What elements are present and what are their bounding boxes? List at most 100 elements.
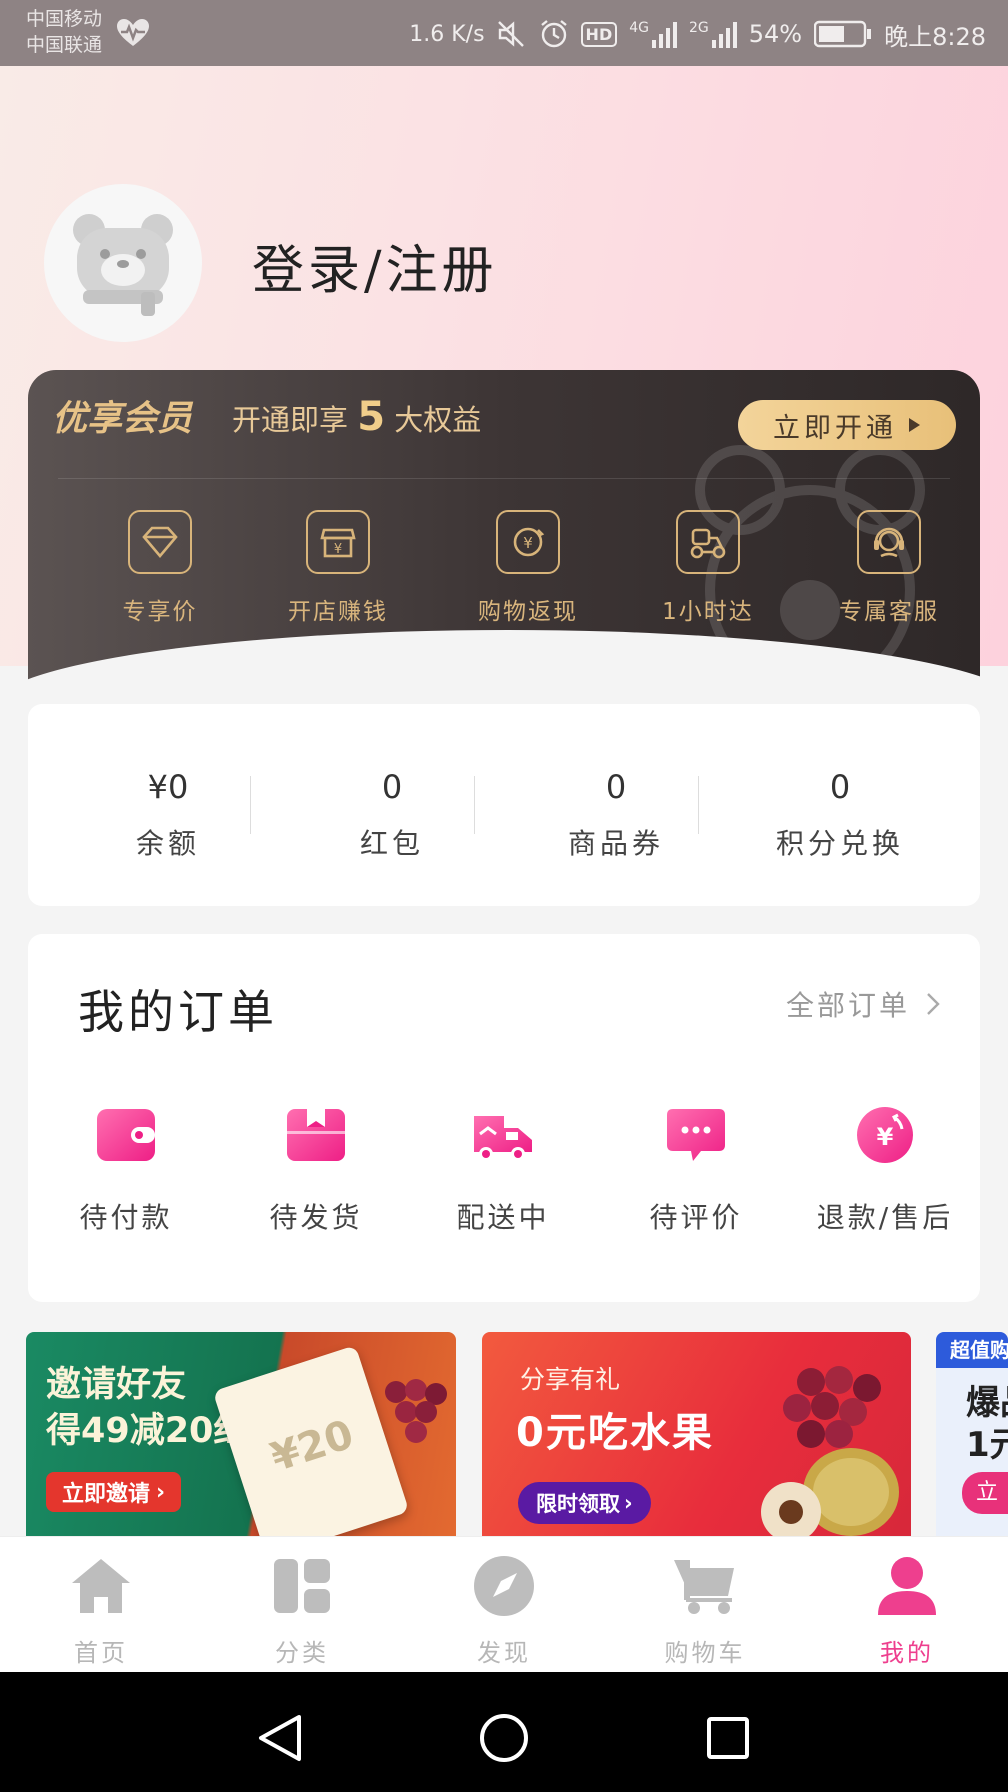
invite-banner[interactable]: 邀请好友 得49减20红包 ¥20 立即邀请 › [26,1332,456,1536]
comment-icon [661,1104,731,1166]
orders-card: 我的订单 全部订单 待付款 待发货 配送中 待评价 ¥ 退款/售后 [28,934,980,1302]
triangle-right-icon [909,418,920,432]
divider [250,776,251,834]
open-membership-button[interactable]: 立即开通 [738,400,956,450]
membership-title: 优享会员 [52,399,193,439]
carrier-1: 中国移动 [26,8,103,30]
all-orders-link[interactable]: 全部订单 [786,984,940,1024]
free-fruit-title: 0元吃水果 [516,1410,714,1456]
refund-icon: ¥ [850,1104,920,1166]
home-button[interactable] [474,1708,534,1768]
order-pending-shipment[interactable]: 待发货 [231,1104,401,1236]
value-deal-button[interactable]: 立 [962,1472,1008,1514]
mute-icon [497,21,524,47]
asset-coupons[interactable]: 0 商品券 [516,768,716,862]
divider [58,478,950,479]
compass-icon [469,1551,539,1621]
cart-icon [670,1551,740,1621]
back-triangle-icon [259,1715,301,1761]
bear-avatar-icon [73,214,173,316]
tab-label: 发现 [477,1639,531,1667]
value-deal-tag: 超值购 [936,1332,1008,1368]
perk-one-hour-delivery[interactable]: 1小时达 [633,510,783,626]
perk-cashback[interactable]: ¥ 购物返现 [453,510,603,626]
home-circle-icon [480,1714,528,1762]
svg-text:¥: ¥ [334,542,342,557]
asset-value: 0 [605,768,627,806]
tab-category[interactable]: 分类 [242,1551,362,1668]
order-refund-aftersale[interactable]: ¥ 退款/售后 [800,1104,970,1236]
alarm-icon [540,20,567,48]
subtitle-suffix: 大权益 [394,403,482,437]
perk-customer-service[interactable]: 专属客服 [814,510,964,626]
perk-label: 开店赚钱 [288,599,388,625]
asset-label: 积分兑换 [775,827,904,860]
system-navigation-bar [0,1672,1008,1792]
avatar[interactable] [44,184,202,342]
open-membership-label: 立即开通 [773,412,897,444]
network-4g-label: 4G [629,20,649,36]
asset-label: 商品券 [567,827,664,860]
svg-text:¥: ¥ [523,534,533,552]
asset-value: ¥0 [147,768,189,806]
network-speed: 1.6 K/s [409,21,485,47]
claim-now-button[interactable]: 限时领取 › [518,1482,651,1524]
perk-exclusive-price[interactable]: 专享价 [85,510,235,626]
chevron-right-icon [927,993,940,1015]
value-deal-text: 爆品 1元 [966,1382,1008,1466]
perk-open-shop[interactable]: ¥ 开店赚钱 [263,510,413,626]
order-label: 待发货 [269,1201,363,1234]
network-2g-label: 2G [688,20,709,36]
order-label: 待付款 [79,1201,173,1234]
category-icon [267,1551,337,1621]
membership-subtitle: 开通即享 5 大权益 [232,394,481,440]
benefit-count: 5 [357,394,386,440]
carrier-info: 中国移动 中国联通 [26,6,102,58]
asset-balance[interactable]: ¥0 余额 [68,768,268,862]
all-orders-label: 全部订单 [785,989,910,1022]
signal-icon [711,22,737,48]
home-icon [66,1551,136,1621]
grapes-icon [385,1379,447,1443]
membership-card: 优享会员 开通即享 5 大权益 立即开通 专享价 ¥ 开店赚钱 ¥ 购物返现 1… [28,370,980,680]
order-label: 退款/售后 [816,1201,954,1234]
shop-icon: ¥ [306,510,370,574]
tab-home[interactable]: 首页 [41,1551,161,1668]
box-icon [281,1104,351,1166]
chevron-right-icon: › [156,1479,166,1505]
user-icon [872,1551,942,1621]
battery-icon [814,20,872,48]
status-bar: 中国移动 中国联通 1.6 K/s HD 4G 2G 54% 晚上8:28 [0,0,1008,66]
invite-now-button[interactable]: 立即邀请 › [46,1472,182,1512]
login-register-link[interactable]: 登录/注册 [252,228,498,303]
orders-title: 我的订单 [78,985,278,1039]
recents-button[interactable] [698,1708,758,1768]
value-deal-banner[interactable]: 超值购 爆品 1元 立 [936,1332,1008,1536]
order-pending-payment[interactable]: 待付款 [41,1104,211,1236]
tab-discover[interactable]: 发现 [444,1551,564,1668]
chevron-right-icon: › [624,1491,633,1515]
cashback-icon: ¥ [496,510,560,574]
truck-icon [468,1104,538,1166]
tab-label: 分类 [275,1639,329,1667]
free-fruit-banner[interactable]: 分享有礼 0元吃水果 限时领取 › [482,1332,911,1536]
divider [474,776,475,834]
diamond-icon [128,510,192,574]
asset-red-packet[interactable]: 0 红包 [292,768,492,862]
tab-cart[interactable]: 购物车 [645,1551,765,1668]
asset-points[interactable]: 0 积分兑换 [740,768,940,862]
asset-label: 余额 [135,827,200,860]
assets-card: ¥0 余额 0 红包 0 商品券 0 积分兑换 [28,704,980,906]
status-icons: 1.6 K/s HD 4G 2G 54% 晚上8:28 [409,14,986,54]
tab-mine[interactable]: 我的 [847,1551,967,1668]
invite-now-label: 立即邀请 [62,1482,151,1507]
battery-percent: 54% [748,20,803,48]
deal-line-2: 1元 [966,1425,1008,1465]
order-in-delivery[interactable]: 配送中 [418,1104,588,1236]
membership-perks: 专享价 ¥ 开店赚钱 ¥ 购物返现 1小时达 专属客服 [28,510,980,630]
asset-value: 0 [381,768,403,806]
order-pending-review[interactable]: 待评价 [611,1104,781,1236]
back-button[interactable] [250,1708,310,1768]
signal-4g: 4G [629,20,677,48]
perk-label: 专属客服 [839,599,939,625]
